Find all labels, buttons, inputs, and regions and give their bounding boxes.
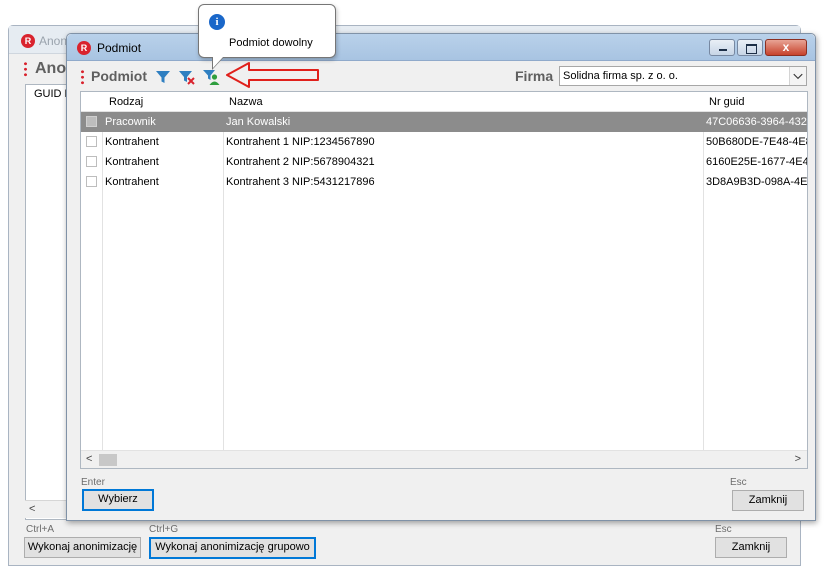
main-close-shortcut-hint: Esc — [715, 524, 732, 535]
table-row[interactable]: Kontrahent Kontrahent 2 NIP:5678904321 6… — [81, 152, 807, 172]
app-logo-icon: R — [77, 41, 91, 55]
firma-select[interactable]: Solidna firma sp. z o. o. — [559, 66, 807, 86]
scroll-left-icon[interactable]: < — [29, 503, 35, 515]
close-icon: x — [782, 40, 790, 54]
dialog-titlebar: R Podmiot x — [67, 34, 815, 61]
row-nazwa: Kontrahent 2 NIP:5678904321 — [226, 156, 375, 168]
select-button[interactable]: Wybierz — [82, 489, 154, 511]
tooltip-text: Podmiot dowolny — [229, 37, 313, 49]
group-shortcut-hint: Ctrl+G — [149, 524, 179, 535]
row-nazwa: Kontrahent 1 NIP:1234567890 — [226, 136, 375, 148]
run-group-anonymization-button[interactable]: Wykonaj anonimizację grupowo — [149, 537, 316, 559]
column-header-guid[interactable]: Nr guid — [709, 96, 744, 108]
run-shortcut-hint: Ctrl+A — [26, 524, 55, 535]
run-anonymization-button[interactable]: Wykonaj anonimizację — [24, 537, 141, 558]
row-checkbox[interactable] — [86, 156, 97, 167]
select-shortcut-hint: Enter — [81, 477, 105, 488]
podmiot-dialog: R Podmiot x Podmiot Firma Solidna firma … — [66, 33, 816, 521]
row-rodzaj: Kontrahent — [105, 176, 159, 188]
filter-icon[interactable] — [154, 68, 172, 86]
podmiot-grid[interactable]: Rodzaj Nazwa Nr guid Pracownik Jan Kowal… — [80, 91, 808, 469]
dialog-toolbar-label: Podmiot — [91, 68, 147, 84]
row-guid: 3D8A9B3D-098A-4E8 — [706, 176, 808, 188]
maximize-button[interactable] — [737, 39, 763, 56]
dialog-close-shortcut-hint: Esc — [730, 477, 747, 488]
window-close-button[interactable]: x — [765, 39, 807, 56]
table-row[interactable]: Kontrahent Kontrahent 1 NIP:1234567890 5… — [81, 132, 807, 152]
row-nazwa: Jan Kowalski — [226, 116, 291, 128]
row-guid: 6160E25E-1677-4E4 — [706, 156, 808, 168]
dialog-toolbar: Podmiot Firma Solidna firma sp. z o. o. — [77, 65, 807, 89]
grid-hscrollbar[interactable]: < > — [81, 450, 807, 468]
dialog-close-button[interactable]: Zamknij — [732, 490, 804, 511]
main-close-button[interactable]: Zamknij — [715, 537, 787, 558]
row-rodzaj: Kontrahent — [105, 156, 159, 168]
grid-header: Rodzaj Nazwa Nr guid — [81, 92, 807, 112]
tooltip: i Podmiot dowolny — [198, 4, 336, 70]
app-logo-icon: R — [21, 34, 35, 48]
column-header-nazwa[interactable]: Nazwa — [229, 96, 263, 108]
row-checkbox[interactable] — [86, 136, 97, 147]
firma-select-value: Solidna firma sp. z o. o. — [563, 70, 678, 82]
row-guid: 47C06636-3964-4327 — [706, 116, 808, 128]
table-row[interactable]: Kontrahent Kontrahent 3 NIP:5431217896 3… — [81, 172, 807, 192]
row-nazwa: Kontrahent 3 NIP:5431217896 — [226, 176, 375, 188]
minimize-button[interactable] — [709, 39, 735, 56]
clear-filter-icon[interactable] — [178, 68, 196, 86]
red-arrow-annotation — [226, 62, 319, 88]
dialog-title: Podmiot — [97, 41, 142, 55]
firma-label: Firma — [515, 68, 554, 84]
info-icon: i — [209, 14, 225, 30]
scroll-right-icon[interactable]: > — [795, 453, 801, 465]
scroll-left-icon[interactable]: < — [86, 453, 92, 465]
grip-dots-icon — [81, 69, 84, 85]
tooltip-tail-inner — [213, 57, 223, 68]
person-filter-icon[interactable] — [202, 68, 220, 86]
row-rodzaj: Pracownik — [105, 116, 156, 128]
table-row[interactable]: Pracownik Jan Kowalski 47C06636-3964-432… — [81, 112, 807, 132]
row-checkbox[interactable] — [86, 116, 97, 127]
scroll-thumb[interactable] — [99, 454, 117, 466]
grip-dots-icon — [24, 61, 27, 77]
column-header-rodzaj[interactable]: Rodzaj — [109, 96, 143, 108]
chevron-down-icon[interactable] — [789, 67, 806, 85]
row-guid: 50B680DE-7E48-4E8 — [706, 136, 808, 148]
row-rodzaj: Kontrahent — [105, 136, 159, 148]
row-checkbox[interactable] — [86, 176, 97, 187]
